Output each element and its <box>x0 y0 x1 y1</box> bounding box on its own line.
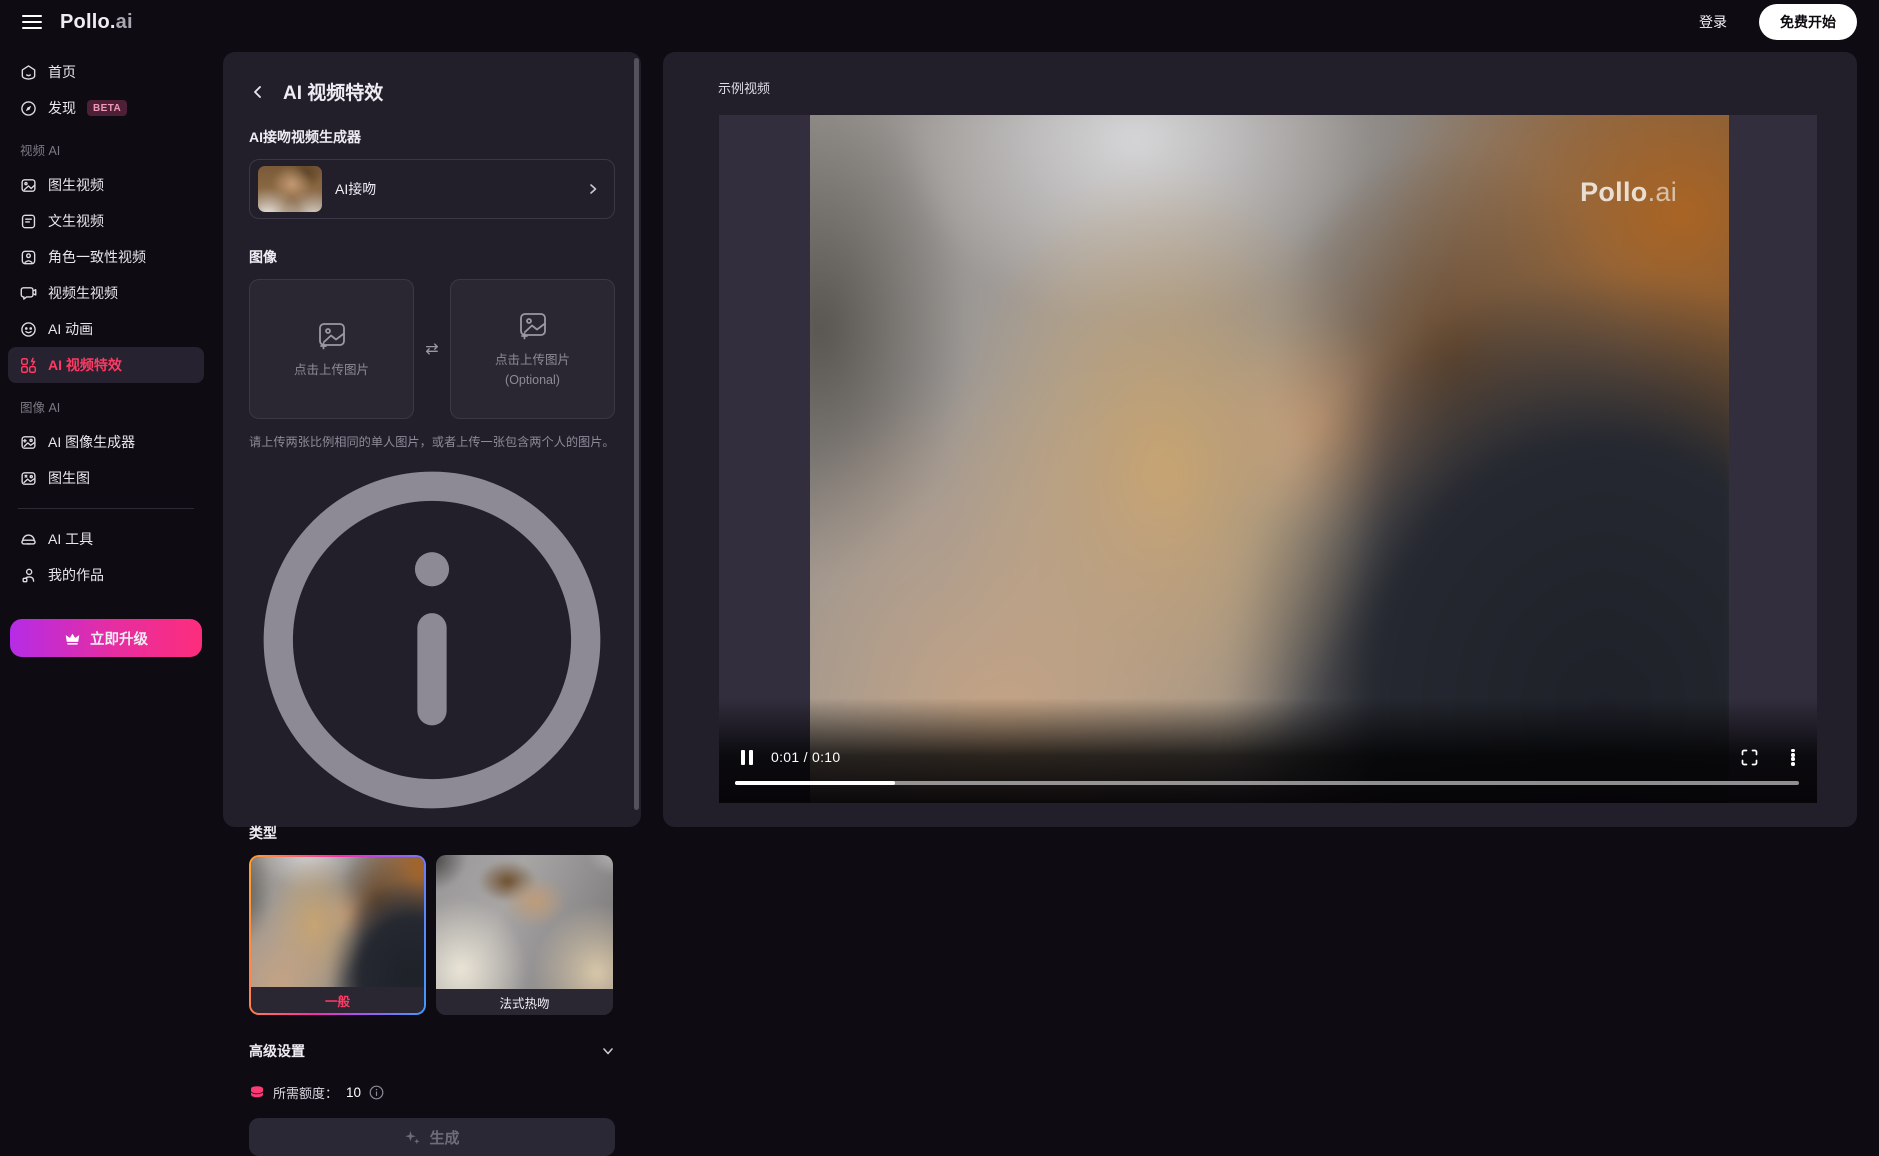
sidebar-item-label: AI 图像生成器 <box>48 432 135 452</box>
image-generator-icon <box>20 434 37 451</box>
app-logo[interactable]: Pollo.ai <box>60 11 133 34</box>
settings-panel: AI 视频特效 AI接吻视频生成器 AI接吻 图像 点击上传图片 ⇄ 点击上传图… <box>223 52 641 827</box>
sidebar-item-home[interactable]: 首页 <box>8 54 204 90</box>
sidebar-item-label: 发现 <box>48 98 76 118</box>
upload-text: 点击上传图片 <box>294 361 369 380</box>
sidebar-item-character-video[interactable]: 角色一致性视频 <box>8 239 204 275</box>
sidebar-item-label: 首页 <box>48 62 76 82</box>
type-card-french-kiss[interactable]: 法式热吻 <box>436 855 613 1015</box>
generator-value: AI接吻 <box>335 179 573 199</box>
sidebar-item-ai-animation[interactable]: AI 动画 <box>8 311 204 347</box>
panel-title: AI 视频特效 <box>283 78 383 105</box>
character-video-icon <box>20 249 37 266</box>
sidebar-item-label: 图生图 <box>48 468 90 488</box>
free-start-button[interactable]: 免费开始 <box>1759 4 1857 40</box>
topbar: Pollo.ai 登录 免费开始 <box>0 0 1879 44</box>
video-effects-icon <box>20 357 37 374</box>
credits-info-icon[interactable] <box>369 1085 384 1100</box>
preview-title: 示例视频 <box>718 78 770 97</box>
info-icon[interactable] <box>249 457 615 823</box>
beta-badge: BETA <box>87 100 127 116</box>
fullscreen-icon[interactable] <box>1741 749 1758 766</box>
login-link[interactable]: 登录 <box>1699 12 1727 32</box>
upload-hint: 请上传两张比例相同的单人图片，或者上传一张包含两个人的图片。 <box>249 433 615 451</box>
chevron-right-icon <box>586 182 600 196</box>
type-label: 一般 <box>251 987 424 1013</box>
upload-box-right[interactable]: 点击上传图片(Optional) <box>450 279 615 419</box>
sidebar-item-label: 我的作品 <box>48 565 104 585</box>
sidebar-section-video-ai: 视频 AI <box>8 126 204 167</box>
progress-bar[interactable] <box>735 781 1799 786</box>
generate-button[interactable]: 生成 <box>249 1118 615 1156</box>
credits-icon <box>249 1085 265 1101</box>
time-display: 0:01 / 0:10 <box>771 749 840 765</box>
upgrade-button[interactable]: 立即升级 <box>10 619 202 657</box>
compass-icon <box>20 100 37 117</box>
pause-button[interactable] <box>741 750 754 765</box>
sidebar-divider <box>18 508 194 509</box>
logo-suffix: ai <box>116 11 133 33</box>
generate-label: 生成 <box>429 1127 459 1148</box>
chevron-down-icon <box>601 1044 615 1058</box>
more-options-icon[interactable] <box>1791 749 1795 766</box>
upload-image-icon <box>315 318 349 352</box>
type-thumbnail <box>251 857 424 987</box>
advanced-settings-label: 高级设置 <box>249 1041 305 1061</box>
sidebar-item-my-works[interactable]: 我的作品 <box>8 557 204 593</box>
video-controls: 0:01 / 0:10 <box>719 698 1817 803</box>
type-label: 法式热吻 <box>436 989 613 1015</box>
swap-icon[interactable]: ⇄ <box>425 339 438 359</box>
sidebar-item-ai-tools[interactable]: AI 工具 <box>8 521 204 557</box>
progress-fill <box>735 781 895 786</box>
sidebar-item-text-to-video[interactable]: 文生视频 <box>8 203 204 239</box>
watermark: Pollo.ai <box>1580 177 1677 208</box>
my-works-icon <box>20 567 37 584</box>
credits-value: 10 <box>346 1085 361 1100</box>
preview-panel: 示例视频 Pollo.ai 0:01 / 0:10 <box>663 52 1857 827</box>
home-icon <box>20 64 37 81</box>
sidebar-item-label: 角色一致性视频 <box>48 247 146 267</box>
back-icon[interactable] <box>249 83 267 101</box>
generator-thumbnail <box>258 166 322 212</box>
type-thumbnail <box>436 855 613 989</box>
upgrade-label: 立即升级 <box>90 628 148 649</box>
text-to-video-icon <box>20 213 37 230</box>
sparkle-icon <box>404 1129 421 1146</box>
advanced-settings-toggle[interactable]: 高级设置 <box>249 1041 615 1061</box>
ai-animation-icon <box>20 321 37 338</box>
panel-scrollbar[interactable] <box>634 58 639 810</box>
sidebar-item-label: 图生视频 <box>48 175 104 195</box>
type-card-normal[interactable]: 一般 <box>249 855 426 1015</box>
video-player[interactable]: Pollo.ai 0:01 / 0:10 <box>719 115 1817 803</box>
sidebar-item-image-generator[interactable]: AI 图像生成器 <box>8 424 204 460</box>
sidebar-item-video-to-video[interactable]: 视频生视频 <box>8 275 204 311</box>
type-section-label: 类型 <box>249 823 615 843</box>
sidebar-item-label: AI 视频特效 <box>48 355 122 375</box>
menu-icon[interactable] <box>22 15 42 29</box>
sidebar-item-label: AI 动画 <box>48 319 93 339</box>
sidebar: 首页 发现 BETA 视频 AI 图生视频 文生视频 角色一致性视频 视频生视频… <box>0 44 212 859</box>
logo-main: Pollo. <box>60 11 116 33</box>
generator-select[interactable]: AI接吻 <box>249 159 615 219</box>
image-to-video-icon <box>20 177 37 194</box>
video-to-video-icon <box>20 285 37 302</box>
sidebar-item-image-to-image[interactable]: 图生图 <box>8 460 204 496</box>
sidebar-item-image-to-video[interactable]: 图生视频 <box>8 167 204 203</box>
sidebar-item-discover[interactable]: 发现 BETA <box>8 90 204 126</box>
image-to-image-icon <box>20 470 37 487</box>
sidebar-item-label: 视频生视频 <box>48 283 118 303</box>
ai-tools-icon <box>20 531 37 548</box>
crown-icon <box>64 630 81 646</box>
credits-label: 所需额度： <box>273 1083 338 1102</box>
sidebar-item-video-effects[interactable]: AI 视频特效 <box>8 347 204 383</box>
upload-text: 点击上传图片(Optional) <box>495 351 570 390</box>
upload-box-left[interactable]: 点击上传图片 <box>249 279 414 419</box>
sidebar-item-label: 文生视频 <box>48 211 104 231</box>
generator-label: AI接吻视频生成器 <box>249 127 615 147</box>
upload-image-icon <box>516 308 550 342</box>
sidebar-section-image-ai: 图像 AI <box>8 383 204 424</box>
image-section-label: 图像 <box>249 247 615 267</box>
sidebar-item-label: AI 工具 <box>48 529 93 549</box>
